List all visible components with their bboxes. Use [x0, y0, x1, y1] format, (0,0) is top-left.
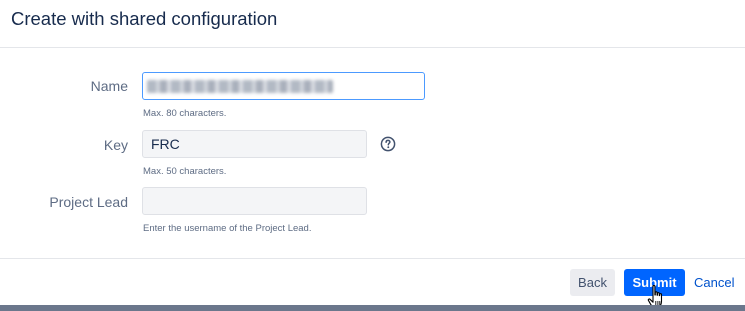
name-field-redacted-value: [147, 80, 333, 93]
key-field[interactable]: [142, 130, 367, 158]
project-lead-help-text: Enter the username of the Project Lead.: [143, 223, 312, 234]
name-help-text: Max. 80 characters.: [143, 108, 227, 119]
name-label: Name: [90, 78, 128, 94]
key-help-text: Max. 50 characters.: [143, 166, 227, 177]
dialog-title: Create with shared configuration: [11, 8, 278, 29]
name-field[interactable]: [142, 72, 425, 100]
project-lead-field[interactable]: [142, 187, 367, 215]
cancel-link[interactable]: Cancel: [694, 275, 734, 290]
dialog-header: Create with shared configuration: [0, 0, 745, 48]
question-circle-icon[interactable]: [380, 136, 396, 152]
back-button[interactable]: Back: [570, 269, 615, 296]
window-bottom-edge: [0, 305, 745, 311]
project-lead-label: Project Lead: [49, 194, 128, 210]
key-label: Key: [103, 137, 128, 153]
